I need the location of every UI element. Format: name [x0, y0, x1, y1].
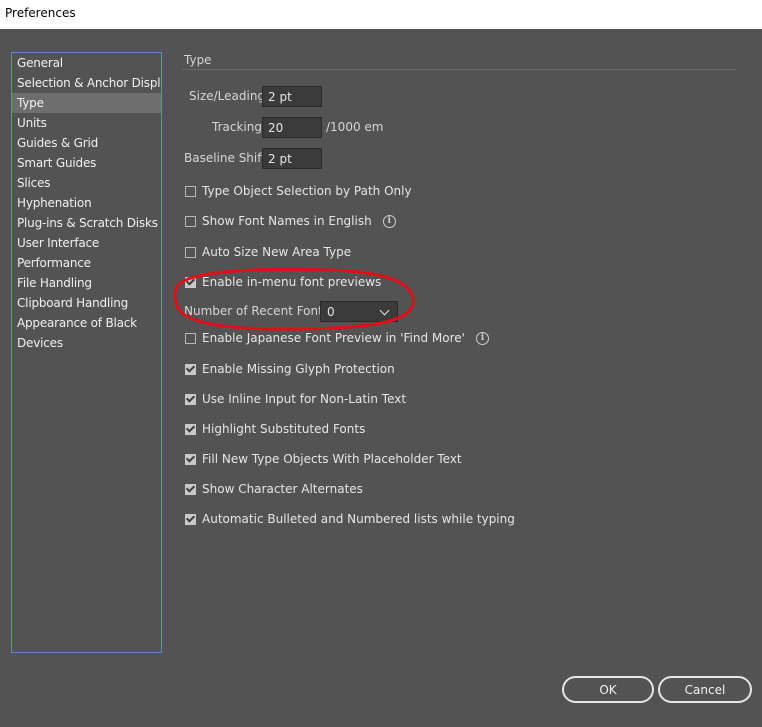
missing-glyph-protection-checkbox[interactable]: [185, 363, 196, 375]
sidebar-item-appearance-of-black[interactable]: Appearance of Black: [12, 313, 161, 333]
enable-japanese-preview-checkbox[interactable]: [185, 332, 196, 344]
sidebar-item-devices[interactable]: Devices: [12, 333, 161, 353]
highlight-substituted-label: Highlight Substituted Fonts: [202, 422, 366, 436]
section-divider: [182, 69, 736, 70]
enable-in-menu-previews-option[interactable]: Enable in-menu font previews: [185, 272, 381, 292]
enable-japanese-preview-label: Enable Japanese Font Preview in 'Find Mo…: [202, 331, 465, 345]
auto-size-area-type-checkbox[interactable]: [185, 246, 196, 258]
sidebar-item-slices[interactable]: Slices: [12, 173, 161, 193]
show-font-names-english-option[interactable]: Show Font Names in English i: [185, 211, 396, 231]
sidebar-item-guides-grid[interactable]: Guides & Grid: [12, 133, 161, 153]
sidebar-item-plugins-scratch-disks[interactable]: Plug-ins & Scratch Disks: [12, 213, 161, 233]
baseline-shift-field[interactable]: [262, 148, 322, 169]
sidebar-item-file-handling[interactable]: File Handling: [12, 273, 161, 293]
fill-placeholder-text-checkbox[interactable]: [185, 453, 196, 465]
auto-size-area-type-option[interactable]: Auto Size New Area Type: [185, 242, 351, 262]
highlight-substituted-checkbox[interactable]: [185, 423, 196, 435]
sidebar-item-clipboard-handling[interactable]: Clipboard Handling: [12, 293, 161, 313]
show-font-names-english-label: Show Font Names in English: [202, 214, 372, 228]
auto-bulleted-lists-checkbox[interactable]: [185, 513, 196, 525]
recent-fonts-dropdown[interactable]: 0: [320, 301, 398, 322]
show-character-alternates-option[interactable]: Show Character Alternates: [185, 479, 363, 499]
tracking-label: Tracking:: [212, 120, 266, 134]
preferences-category-list[interactable]: General Selection & Anchor Display Type …: [11, 52, 162, 653]
show-character-alternates-label: Show Character Alternates: [202, 482, 363, 496]
inline-input-non-latin-checkbox[interactable]: [185, 393, 196, 405]
missing-glyph-protection-label: Enable Missing Glyph Protection: [202, 362, 395, 376]
fill-placeholder-text-option[interactable]: Fill New Type Objects With Placeholder T…: [185, 449, 462, 469]
section-title: Type: [184, 53, 212, 67]
show-character-alternates-checkbox[interactable]: [185, 483, 196, 495]
auto-size-area-type-label: Auto Size New Area Type: [202, 245, 352, 259]
chevron-down-icon: [379, 305, 390, 315]
sidebar-item-performance[interactable]: Performance: [12, 253, 161, 273]
sidebar-item-hyphenation[interactable]: Hyphenation: [12, 193, 161, 213]
missing-glyph-protection-option[interactable]: Enable Missing Glyph Protection: [185, 359, 395, 379]
window-title: Preferences: [0, 0, 762, 29]
type-object-selection-checkbox[interactable]: [185, 185, 196, 197]
sidebar-item-user-interface[interactable]: User Interface: [12, 233, 161, 253]
inline-input-non-latin-option[interactable]: Use Inline Input for Non-Latin Text: [185, 389, 406, 409]
enable-japanese-preview-option[interactable]: Enable Japanese Font Preview in 'Find Mo…: [185, 328, 489, 348]
sidebar-item-smart-guides[interactable]: Smart Guides: [12, 153, 161, 173]
info-circle-icon[interactable]: i: [475, 331, 489, 345]
enable-in-menu-previews-label: Enable in-menu font previews: [202, 275, 382, 289]
type-object-selection-option[interactable]: Type Object Selection by Path Only: [185, 181, 412, 201]
auto-bulleted-lists-label: Automatic Bulleted and Numbered lists wh…: [202, 512, 515, 526]
auto-bulleted-lists-option[interactable]: Automatic Bulleted and Numbered lists wh…: [185, 509, 515, 529]
baseline-shift-label: Baseline Shift:: [184, 151, 271, 165]
type-object-selection-label: Type Object Selection by Path Only: [202, 184, 412, 198]
show-font-names-english-checkbox[interactable]: [185, 215, 196, 227]
sidebar-item-type[interactable]: Type: [12, 93, 161, 113]
size-leading-field[interactable]: [262, 86, 322, 107]
ok-button[interactable]: OK: [562, 676, 654, 703]
sidebar-item-units[interactable]: Units: [12, 113, 161, 133]
size-leading-label: Size/Leading:: [189, 89, 270, 103]
recent-fonts-label: Number of Recent Fonts:: [184, 304, 334, 318]
tracking-field[interactable]: [262, 117, 322, 138]
highlight-substituted-option[interactable]: Highlight Substituted Fonts: [185, 419, 365, 439]
info-circle-icon[interactable]: i: [382, 214, 396, 228]
fill-placeholder-text-label: Fill New Type Objects With Placeholder T…: [202, 452, 462, 466]
sidebar-item-general[interactable]: General: [12, 53, 161, 73]
enable-in-menu-previews-checkbox[interactable]: [185, 276, 196, 288]
tracking-unit-label: /1000 em: [326, 120, 384, 134]
cancel-button[interactable]: Cancel: [658, 676, 752, 703]
inline-input-non-latin-label: Use Inline Input for Non-Latin Text: [202, 392, 407, 406]
recent-fonts-value: 0: [327, 304, 335, 319]
sidebar-item-selection-anchor-display[interactable]: Selection & Anchor Display: [12, 73, 161, 93]
